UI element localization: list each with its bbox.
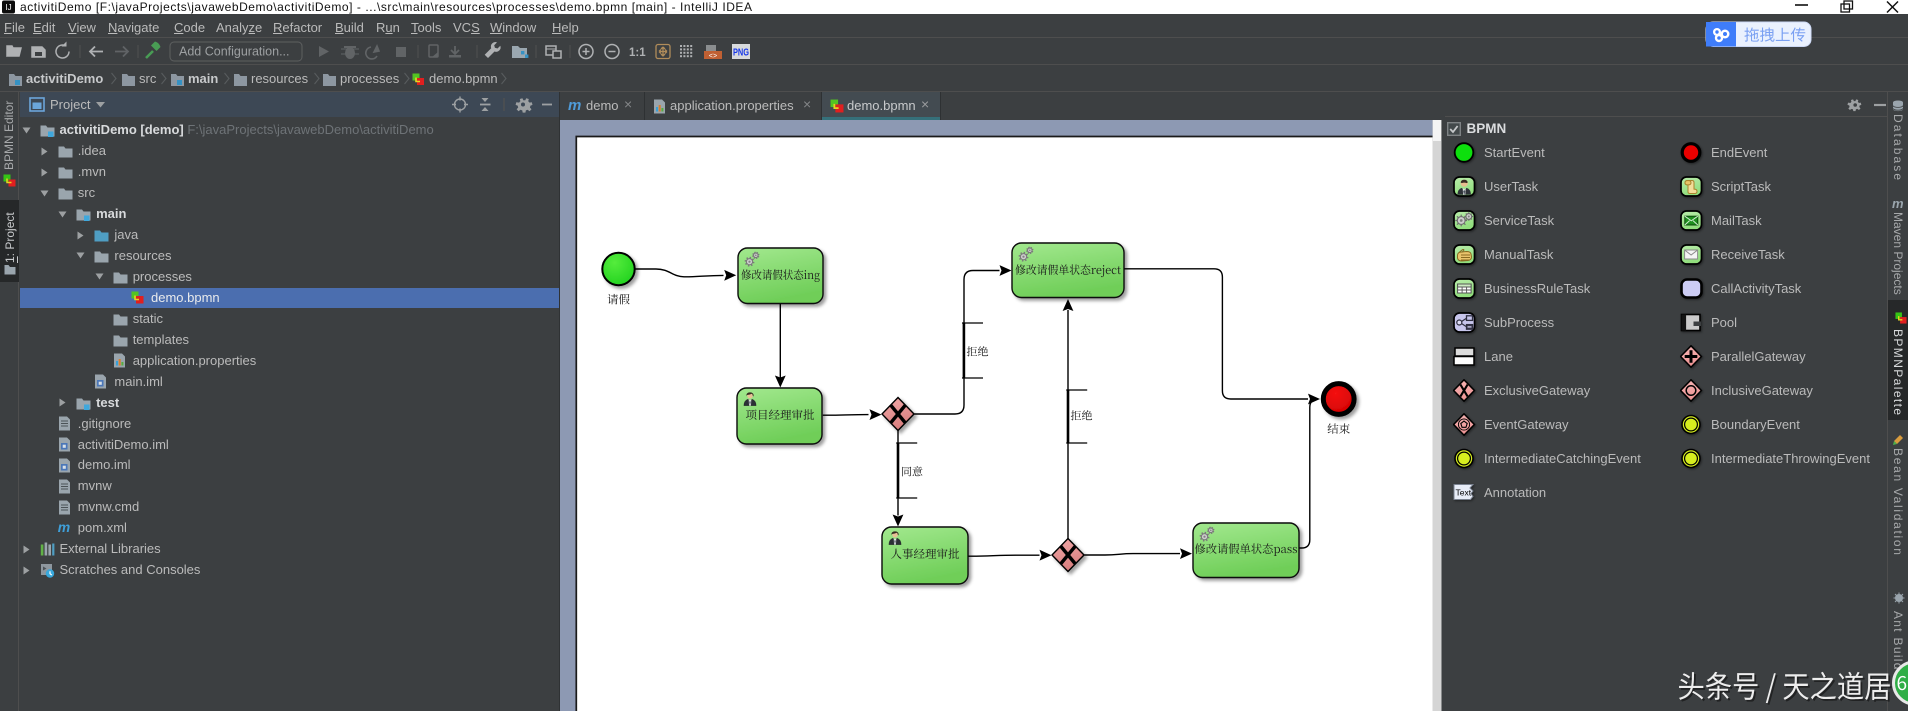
svg-text:Text: Text [1456,488,1472,498]
svg-text:PNG: PNG [733,48,749,59]
svg-text:IJ: IJ [5,3,11,12]
svg-text:<>: <> [709,53,717,61]
svg-text:1:1: 1:1 [629,47,646,59]
svg-text:Add Configuration...: Add Configuration... [179,45,290,59]
